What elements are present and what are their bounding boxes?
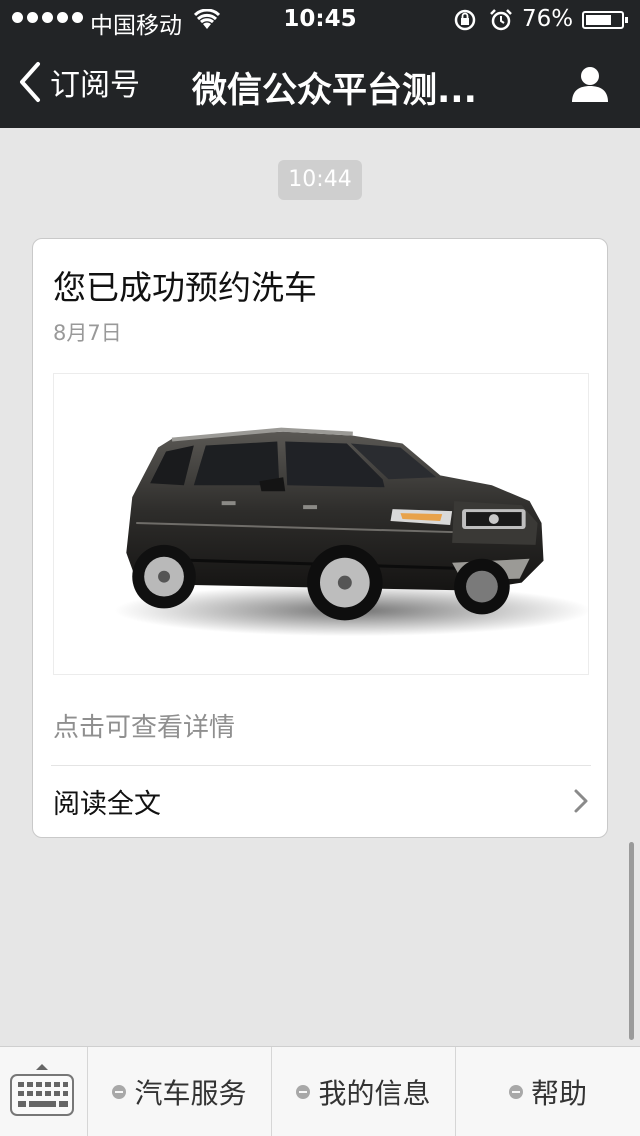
status-bar: 中国移动 10:45 76% — [0, 0, 640, 40]
back-label: 订阅号 — [50, 68, 140, 103]
scrollbar[interactable] — [629, 842, 634, 1040]
back-button[interactable]: 订阅号 — [16, 60, 140, 104]
alarm-icon — [490, 9, 512, 31]
keyboard-icon — [10, 1064, 74, 1116]
chevron-left-icon — [20, 62, 40, 102]
read-more-label: 阅读全文 — [53, 789, 161, 820]
page-title: 微信公众平台测... — [192, 71, 477, 111]
menu-item-label: 汽车服务 — [134, 1076, 247, 1110]
article-image[interactable] — [53, 373, 592, 675]
menu-bar: 汽车服务 我的信息 帮助 — [0, 1046, 640, 1136]
article-date: 8月7日 — [53, 321, 122, 345]
read-more-link[interactable]: 阅读全文 — [33, 766, 607, 838]
article-description: 点击可查看详情 — [53, 713, 236, 743]
message-timestamp: 10:44 — [278, 160, 362, 200]
menu-item-my-info[interactable]: 我的信息 — [272, 1047, 456, 1136]
menu-item-help[interactable]: 帮助 — [456, 1047, 640, 1136]
profile-icon[interactable] — [570, 64, 610, 104]
battery-icon — [582, 11, 628, 29]
menu-item-label: 帮助 — [530, 1076, 587, 1110]
article-card[interactable]: 您已成功预约洗车 8月7日 点击可查看详情 阅读全文 — [32, 238, 608, 838]
keyboard-toggle-button[interactable] — [0, 1047, 88, 1136]
car-photo-icon — [114, 427, 592, 637]
menu-item-car-service[interactable]: 汽车服务 — [88, 1047, 272, 1136]
article-title: 您已成功预约洗车 — [53, 268, 317, 307]
chevron-right-icon — [574, 789, 588, 813]
battery-percentage: 76% — [522, 6, 574, 32]
menu-dot-icon — [508, 1084, 523, 1099]
menu-dot-icon — [296, 1084, 311, 1099]
menu-dot-icon — [112, 1084, 127, 1099]
nav-bar: 订阅号 微信公众平台测... — [0, 40, 640, 128]
menu-item-label: 我的信息 — [318, 1076, 431, 1110]
rotation-lock-icon — [454, 9, 476, 31]
